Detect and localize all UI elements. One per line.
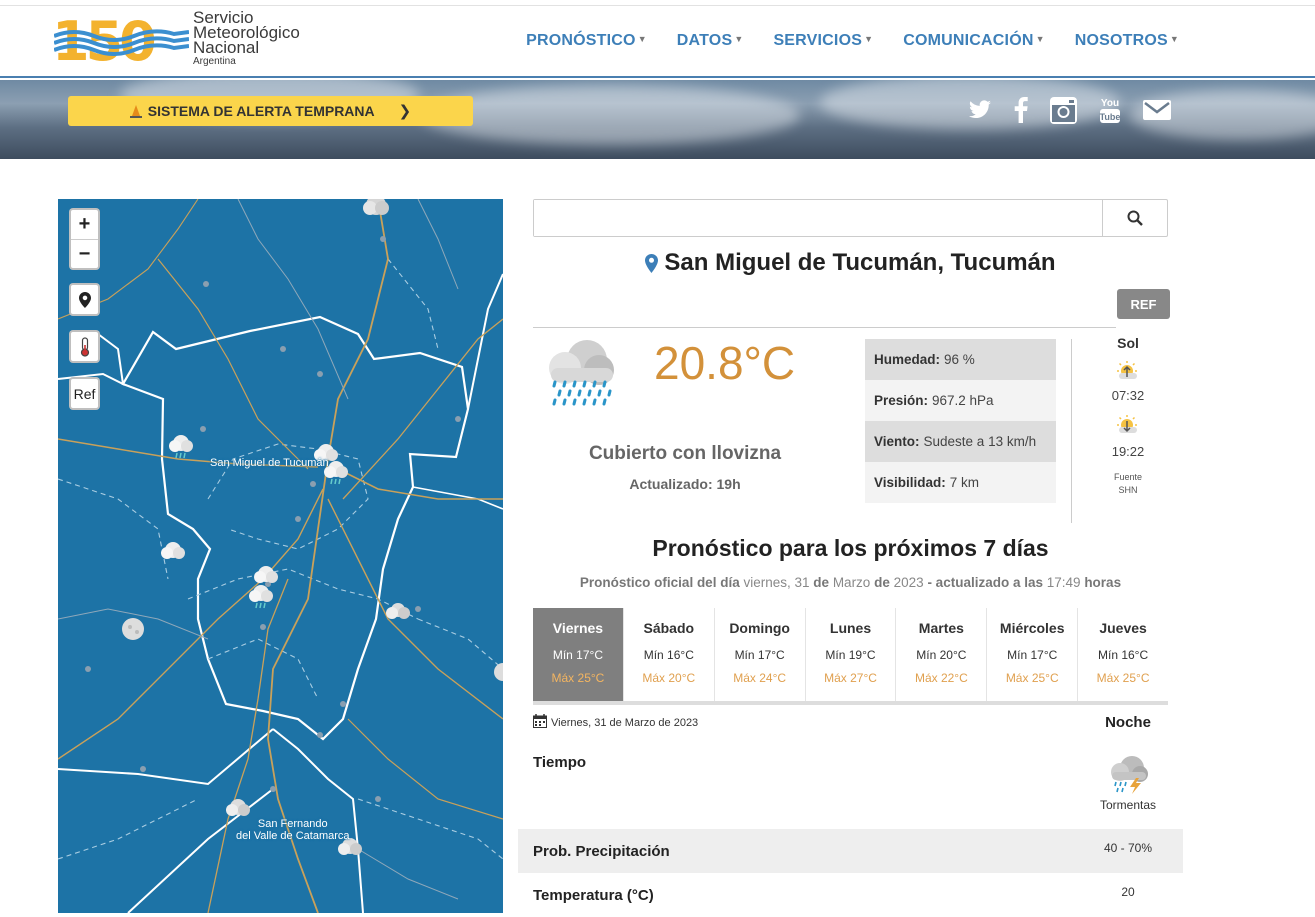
city-name: San Miguel de Tucumán, Tucumán [664,249,1056,276]
ref-button[interactable]: REF [1117,289,1170,319]
twitter-icon[interactable] [968,100,992,120]
forecast-subtitle: Pronóstico oficial del día viernes, 31 d… [579,575,1122,590]
search-icon [1127,210,1143,226]
instagram-icon[interactable] [1050,96,1077,124]
nav-comunicacion[interactable]: COMUNICACIÓN ▼ [903,32,1045,50]
facebook-icon[interactable] [1014,97,1028,123]
search-input[interactable] [534,200,1103,236]
updated-time: Actualizado: 19h [629,476,741,492]
divider [533,327,1116,328]
precip-value: 40 - 70% [1103,841,1153,855]
location-pin-icon[interactable] [71,285,98,314]
zoom-out-button[interactable]: − [71,239,98,268]
day-tab-domingo[interactable]: Domingo Mín 17°C Máx 24°C [715,608,806,701]
thunderstorm-icon [1111,756,1148,794]
temperature-label: Temperatura (°C) [533,886,654,904]
precip-label: Prob. Precipitación [533,842,670,860]
alert-system-button[interactable]: SISTEMA DE ALERTA TEMPRANA ❯ [68,96,473,126]
day-tab-sabado[interactable]: Sábado Mín 16°C Máx 20°C [624,608,715,701]
sky-banner: SISTEMA DE ALERTA TEMPRANA ❯ You Tube [0,80,1315,159]
nav-servicios[interactable]: SERVICIOS ▼ [773,32,873,50]
day-tab-lunes[interactable]: Lunes Mín 19°C Máx 27°C [806,608,897,701]
city-title: San Miguel de Tucumán, Tucumán [533,249,1168,277]
stat-humidity: Humedad: 96 % [865,339,1056,380]
calendar-icon [533,714,547,728]
stat-wind: Viento: Sudeste a 13 km/h [865,421,1056,462]
selected-date: Viernes, 31 de Marzo de 2023 [533,714,698,729]
period-noche: Noche [1105,714,1151,731]
zoom-in-button[interactable]: + [71,210,98,239]
email-icon[interactable] [1143,100,1171,120]
alert-system-label: SISTEMA DE ALERTA TEMPRANA [147,103,375,119]
social-links: You Tube [968,96,1171,124]
main-nav: PRONÓSTICO ▼ DATOS ▼ SERVICIOS ▼ COMUNICACI… [526,32,1179,50]
zoom-control: + − [69,208,100,270]
day-tab-jueves[interactable]: Jueves Mín 16°C Máx 25°C [1078,608,1168,701]
locate-control [69,283,100,316]
map-weather-markers [122,199,503,855]
cloud-drizzle-icon [549,340,614,406]
site-header: 150 Servicio Meteorológico Nacional Arge… [0,6,1315,78]
sun-source: Fuente SHN [1113,472,1143,495]
map-label-catamarca: San Fernando del Valle de Catamarca [236,818,350,842]
nav-pronostico[interactable]: PRONÓSTICO ▼ [526,32,647,50]
ref-control: Ref [69,377,100,410]
temperature-layer-control [69,330,100,363]
day-tab-viernes[interactable]: Viernes Mín 17°C Máx 25°C [533,608,624,701]
stat-pressure: Presión: 967.2 hPa [865,380,1056,421]
map-ref-button[interactable]: Ref [71,379,98,408]
temperature-value: 20 [1121,885,1135,899]
map-canvas[interactable] [58,199,503,913]
forecast-tiempo: Tormentas [1093,754,1163,812]
smn-logo[interactable]: 150 Servicio Meteorológico Nacional Arge… [52,8,322,73]
search-button[interactable] [1102,200,1167,236]
temperature-row: Temperatura (°C) 20 [518,873,1183,917]
sunset-icon [1117,415,1137,433]
tiempo-label: Tiempo [533,754,587,771]
map-marker-icon [645,254,659,273]
vertical-divider [1071,339,1072,523]
nav-datos[interactable]: DATOS ▼ [677,32,744,50]
map-label-tucuman: San Miguel de Tucumán [210,457,329,469]
logo-wave-icon [54,29,189,56]
youtube-icon[interactable]: You Tube [1099,96,1121,124]
svg-text:You: You [1101,98,1119,109]
sun-title: Sol [1117,335,1139,351]
weather-map[interactable]: San Miguel de Tucumán San Fernando del Va… [58,199,503,913]
current-temperature: 20.8°C [654,337,796,389]
tiempo-value: Tormentas [1099,798,1157,812]
forecast-days: Viernes Mín 17°C Máx 25°C Sábado Mín 16°C Má… [533,608,1168,705]
warning-cone-icon [129,104,142,118]
svg-text:Tube: Tube [1100,112,1121,122]
location-search [533,199,1168,237]
nav-nosotros[interactable]: NOSOTROS ▼ [1075,32,1179,50]
forecast-title: Pronóstico para los próximos 7 días [652,535,1049,561]
chevron-right-icon: ❯ [398,103,412,120]
thermometer-icon[interactable] [71,332,98,361]
current-stats: Humedad: 96 % Presión: 967.2 hPa Viento: Su… [865,339,1056,503]
sunset-time: 19:22 [1111,444,1145,459]
sunrise-time: 07:32 [1111,388,1145,403]
precip-row: Prob. Precipitación 40 - 70% [518,829,1183,873]
logo-text: Servicio Meteorológico Nacional Argentin… [193,8,300,67]
sun-panel: Sol 07:32 19:22 Fuente SHN [1100,335,1156,497]
stat-visibility: Visibilidad: 7 km [865,462,1056,503]
day-tab-martes[interactable]: Martes Mín 20°C Máx 22°C [896,608,988,701]
day-tab-miercoles[interactable]: Miércoles Mín 17°C Máx 25°C [987,608,1079,701]
sunrise-icon [1117,361,1137,379]
current-condition: Cubierto con llovizna [588,443,782,464]
